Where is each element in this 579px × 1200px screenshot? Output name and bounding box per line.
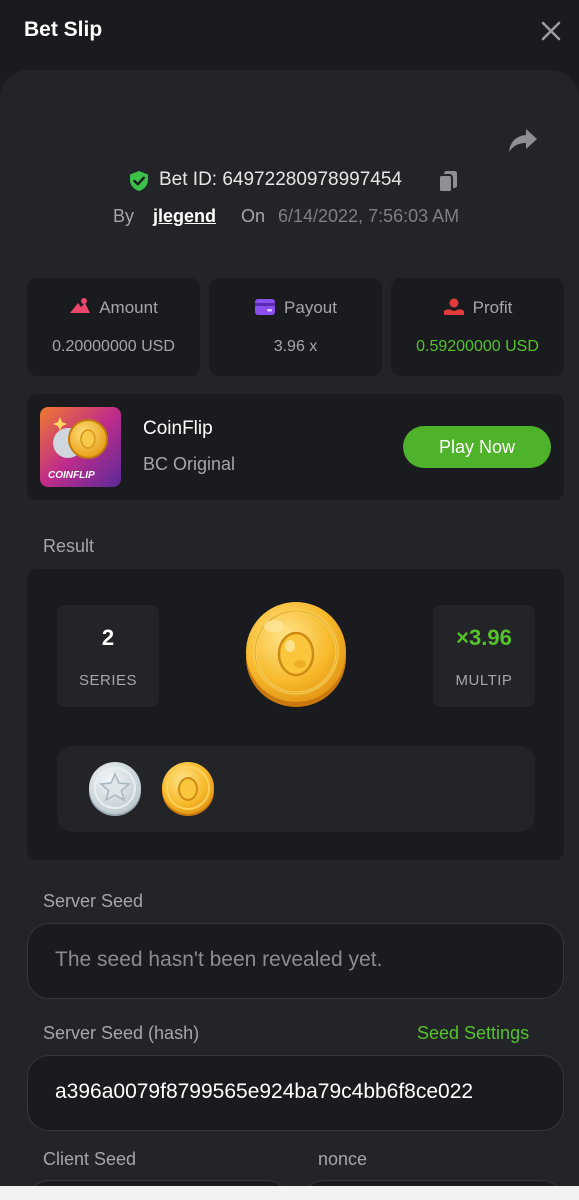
bet-slip-panel: Bet ID: 64972280978997454 By jlegend On … bbox=[0, 70, 579, 1200]
series-box: 2 SERIES bbox=[57, 605, 159, 707]
thumb-label: COINFLIP bbox=[48, 470, 95, 481]
verified-shield-icon bbox=[130, 171, 148, 191]
client-seed-label: Client Seed bbox=[43, 1149, 137, 1169]
page-title: Bet Slip bbox=[24, 18, 103, 41]
profit-value: 0.59200000 USD bbox=[416, 338, 539, 355]
amount-label: Amount bbox=[99, 298, 158, 317]
gold-coin-icon bbox=[246, 602, 346, 707]
server-seed-field: The seed hasn't been revealed yet. bbox=[27, 923, 564, 999]
game-card: COINFLIP CoinFlip BC Original Play Now bbox=[27, 394, 564, 500]
bet-id-row: Bet ID: 64972280978997454 bbox=[0, 168, 579, 196]
silver-coin-icon bbox=[89, 762, 141, 816]
server-seed-value: The seed hasn't been revealed yet. bbox=[55, 948, 383, 971]
seed-settings-link[interactable]: Seed Settings bbox=[417, 1023, 529, 1044]
copy-icon[interactable] bbox=[437, 170, 459, 194]
profit-label: Profit bbox=[472, 298, 513, 317]
play-now-button[interactable]: Play Now bbox=[403, 426, 551, 468]
game-subtitle: BC Original bbox=[143, 454, 236, 474]
series-label: SERIES bbox=[78, 672, 138, 689]
payout-card: Payout 3.96 x bbox=[209, 278, 382, 376]
game-name: CoinFlip bbox=[143, 418, 213, 439]
bet-id: Bet ID: 64972280978997454 bbox=[159, 169, 402, 190]
username-link[interactable]: jlegend bbox=[153, 206, 216, 227]
profit-card: Profit 0.59200000 USD bbox=[391, 278, 564, 376]
bottom-edge bbox=[0, 1186, 579, 1200]
server-seed-hash-value: a396a0079f8799565e924ba79c4bb6f8ce022 bbox=[55, 1080, 474, 1103]
wallet-icon bbox=[255, 298, 276, 315]
gold-coin-small-icon bbox=[162, 762, 214, 816]
nonce-label: nonce bbox=[318, 1149, 368, 1169]
coinflip-thumbnail[interactable]: COINFLIP bbox=[40, 407, 121, 487]
multiplier-value: ×3.96 bbox=[456, 625, 512, 650]
amount-icon bbox=[70, 297, 91, 313]
amount-card: Amount 0.20000000 USD bbox=[27, 278, 200, 376]
payout-value: 3.96 x bbox=[273, 338, 318, 355]
by-label: By bbox=[113, 206, 135, 226]
multiplier-box: ×3.96 MULTIP bbox=[433, 605, 535, 707]
share-icon[interactable] bbox=[507, 125, 539, 155]
bet-date: 6/14/2022, 7:56:03 AM bbox=[278, 206, 460, 226]
result-panel: 2 SERIES ×3.96 MULTIP bbox=[27, 569, 564, 860]
series-value: 2 bbox=[101, 625, 115, 650]
on-label: On bbox=[241, 206, 266, 226]
server-seed-label: Server Seed bbox=[43, 891, 144, 911]
result-history bbox=[57, 746, 535, 832]
amount-value: 0.20000000 USD bbox=[52, 338, 175, 355]
header: Bet Slip bbox=[0, 0, 579, 70]
profit-icon bbox=[443, 298, 464, 315]
result-label: Result bbox=[43, 536, 95, 556]
multiplier-label: MULTIP bbox=[455, 672, 513, 689]
close-icon[interactable] bbox=[539, 19, 563, 43]
server-seed-hash-field[interactable]: a396a0079f8799565e924ba79c4bb6f8ce022 bbox=[27, 1055, 564, 1131]
bet-meta-row: By jlegend On 6/14/2022, 7:56:03 AM bbox=[0, 204, 579, 232]
payout-label: Payout bbox=[284, 298, 337, 317]
server-seed-hash-label: Server Seed (hash) bbox=[43, 1023, 200, 1043]
